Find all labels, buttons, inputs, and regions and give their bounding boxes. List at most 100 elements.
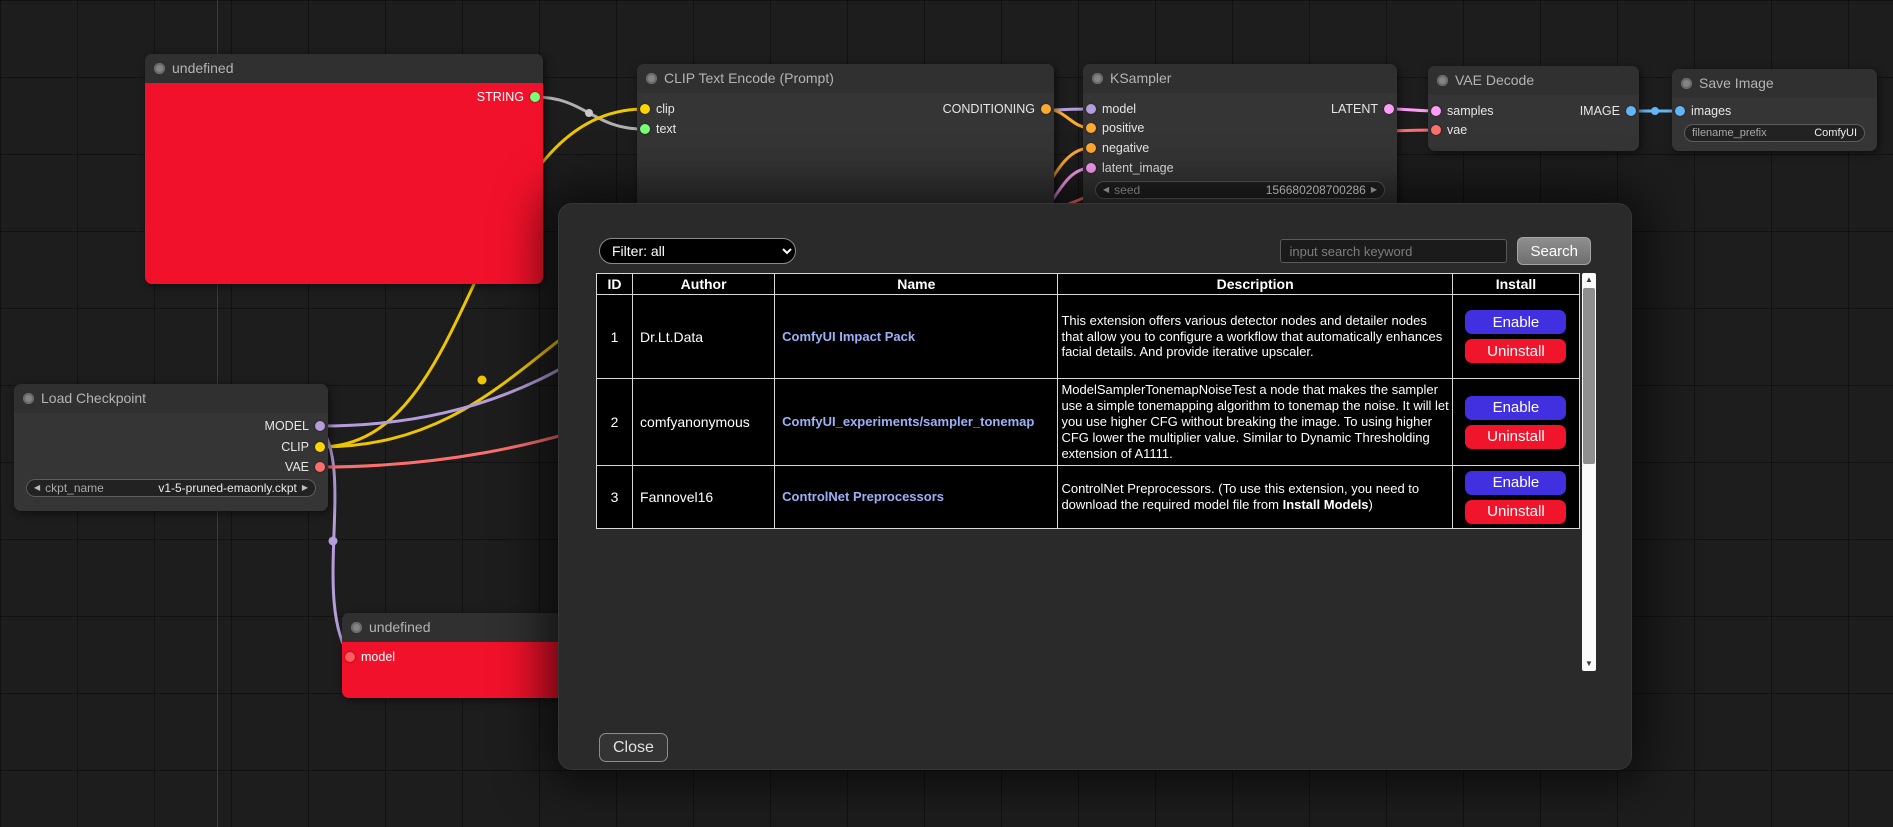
extension-id: 3 bbox=[597, 466, 633, 529]
node-title-bar[interactable]: Load Checkpoint bbox=[14, 384, 328, 413]
scrollbar-thumb[interactable] bbox=[1583, 288, 1595, 464]
header-id: ID bbox=[597, 274, 633, 295]
input-slot-clip[interactable]: clip bbox=[640, 100, 675, 118]
input-slot-text[interactable]: text bbox=[640, 120, 676, 138]
enable-button[interactable]: Enable bbox=[1465, 310, 1566, 334]
output-slot-conditioning[interactable]: CONDITIONING bbox=[943, 100, 1051, 118]
output-slot-latent[interactable]: LATENT bbox=[1331, 100, 1394, 118]
input-dot-samples[interactable] bbox=[1431, 106, 1441, 116]
output-slot-string[interactable]: STRING bbox=[477, 88, 540, 106]
input-dot-text[interactable] bbox=[640, 124, 650, 134]
uninstall-button[interactable]: Uninstall bbox=[1465, 500, 1566, 524]
slot-label: text bbox=[656, 122, 676, 136]
header-description: Description bbox=[1058, 274, 1452, 295]
input-dot-positive[interactable] bbox=[1086, 123, 1096, 133]
node-ksampler[interactable]: KSampler model positive negative latent_… bbox=[1083, 64, 1397, 209]
search-button[interactable]: Search bbox=[1517, 237, 1591, 265]
output-dot-string[interactable] bbox=[530, 92, 540, 102]
input-slot-samples[interactable]: samples bbox=[1431, 102, 1494, 120]
node-title-bar[interactable]: CLIP Text Encode (Prompt) bbox=[637, 64, 1054, 93]
node-title-bar[interactable]: Save Image bbox=[1672, 69, 1877, 98]
input-slot-model[interactable]: model bbox=[345, 648, 395, 666]
output-dot-clip[interactable] bbox=[315, 442, 325, 452]
collapse-dot-icon[interactable] bbox=[1092, 73, 1103, 84]
filename-prefix-widget[interactable]: filename_prefix ComfyUI bbox=[1684, 124, 1865, 142]
widget-label: ckpt_name bbox=[45, 481, 104, 495]
output-slot-clip[interactable]: CLIP bbox=[281, 438, 325, 456]
input-slot-positive[interactable]: positive bbox=[1086, 119, 1144, 137]
collapse-dot-icon[interactable] bbox=[154, 63, 165, 74]
output-slot-model[interactable]: MODEL bbox=[265, 417, 325, 435]
slot-label: CONDITIONING bbox=[943, 102, 1035, 116]
slot-label: STRING bbox=[477, 90, 524, 104]
output-slot-image[interactable]: IMAGE bbox=[1580, 102, 1636, 120]
description-bold-text: Install Models bbox=[1283, 497, 1369, 512]
node-load-checkpoint[interactable]: Load Checkpoint MODEL CLIP VAE ◀ ckpt_na… bbox=[14, 384, 328, 511]
scroll-down-icon[interactable]: ▼ bbox=[1582, 657, 1596, 671]
search-input[interactable] bbox=[1280, 239, 1507, 263]
node-canvas[interactable]: undefined STRING CLIP Text Encode (Promp… bbox=[0, 0, 1893, 827]
collapse-dot-icon[interactable] bbox=[23, 393, 34, 404]
node-clip-text-encode[interactable]: CLIP Text Encode (Prompt) clip text COND… bbox=[637, 64, 1054, 214]
node-title: KSampler bbox=[1110, 70, 1171, 86]
collapse-dot-icon[interactable] bbox=[1681, 78, 1692, 89]
slot-label: images bbox=[1691, 104, 1731, 118]
input-dot-images[interactable] bbox=[1675, 106, 1685, 116]
node-vae-decode[interactable]: VAE Decode samples vae IMAGE bbox=[1428, 66, 1639, 151]
next-arrow-icon[interactable]: ▶ bbox=[302, 484, 308, 492]
widget-value: v1-5-pruned-emaonly.ckpt bbox=[158, 481, 297, 495]
input-dot-model[interactable] bbox=[345, 652, 355, 662]
output-slot-vae[interactable]: VAE bbox=[285, 458, 325, 476]
input-slot-model[interactable]: model bbox=[1086, 100, 1136, 118]
slot-label: samples bbox=[1447, 104, 1494, 118]
input-slot-images[interactable]: images bbox=[1675, 102, 1731, 120]
collapse-dot-icon[interactable] bbox=[351, 622, 362, 633]
wire-dot bbox=[1651, 107, 1659, 115]
extension-link[interactable]: ComfyUI Impact Pack bbox=[782, 329, 915, 344]
input-dot-vae[interactable] bbox=[1431, 125, 1441, 135]
uninstall-button[interactable]: Uninstall bbox=[1465, 425, 1566, 449]
input-slot-latent-image[interactable]: latent_image bbox=[1086, 159, 1174, 177]
extension-description: This extension offers various detector n… bbox=[1058, 295, 1452, 379]
output-dot-image[interactable] bbox=[1626, 106, 1636, 116]
collapse-dot-icon[interactable] bbox=[646, 73, 657, 84]
ckpt-name-widget[interactable]: ◀ ckpt_name v1-5-pruned-emaonly.ckpt ▶ bbox=[26, 479, 316, 497]
scroll-up-icon[interactable]: ▲ bbox=[1582, 273, 1596, 287]
output-dot-vae[interactable] bbox=[315, 462, 325, 472]
collapse-dot-icon[interactable] bbox=[1437, 75, 1448, 86]
enable-button[interactable]: Enable bbox=[1465, 471, 1566, 495]
node-title-bar[interactable]: undefined bbox=[145, 54, 543, 83]
seed-widget[interactable]: ◀ seed 156680208700286 ▶ bbox=[1095, 181, 1385, 199]
enable-button[interactable]: Enable bbox=[1465, 396, 1566, 420]
node-title: Load Checkpoint bbox=[41, 390, 146, 406]
input-slot-vae[interactable]: vae bbox=[1431, 121, 1467, 139]
node-title-bar[interactable]: KSampler bbox=[1083, 64, 1397, 93]
node-title: VAE Decode bbox=[1455, 72, 1534, 88]
uninstall-button[interactable]: Uninstall bbox=[1465, 339, 1566, 363]
input-dot-latent-image[interactable] bbox=[1086, 163, 1096, 173]
increment-arrow-icon[interactable]: ▶ bbox=[1371, 186, 1377, 194]
input-dot-clip[interactable] bbox=[640, 104, 650, 114]
input-dot-model[interactable] bbox=[1086, 104, 1096, 114]
node-title-bar[interactable]: VAE Decode bbox=[1428, 66, 1639, 95]
input-slot-negative[interactable]: negative bbox=[1086, 139, 1149, 157]
table-row: 2 comfyanonymous ComfyUI_experiments/sam… bbox=[597, 379, 1580, 466]
filter-select[interactable]: Filter: all bbox=[599, 238, 796, 264]
output-dot-model[interactable] bbox=[315, 421, 325, 431]
error-node-body bbox=[145, 83, 543, 284]
prev-arrow-icon[interactable]: ◀ bbox=[34, 484, 40, 492]
output-dot-latent[interactable] bbox=[1384, 104, 1394, 114]
scrollbar[interactable]: ▲ ▼ bbox=[1582, 273, 1596, 671]
output-dot-conditioning[interactable] bbox=[1041, 104, 1051, 114]
input-dot-negative[interactable] bbox=[1086, 143, 1096, 153]
decrement-arrow-icon[interactable]: ◀ bbox=[1103, 186, 1109, 194]
node-undefined-top[interactable]: undefined STRING bbox=[145, 54, 543, 284]
close-button[interactable]: Close bbox=[599, 733, 668, 762]
extension-link[interactable]: ComfyUI_experiments/sampler_tonemap bbox=[782, 414, 1034, 429]
description-text: ) bbox=[1369, 497, 1373, 512]
extension-link[interactable]: ControlNet Preprocessors bbox=[782, 489, 944, 504]
node-title: CLIP Text Encode (Prompt) bbox=[664, 70, 834, 86]
node-title: Save Image bbox=[1699, 75, 1774, 91]
node-save-image[interactable]: Save Image images filename_prefix ComfyU… bbox=[1672, 69, 1877, 151]
slot-label: CLIP bbox=[281, 440, 309, 454]
